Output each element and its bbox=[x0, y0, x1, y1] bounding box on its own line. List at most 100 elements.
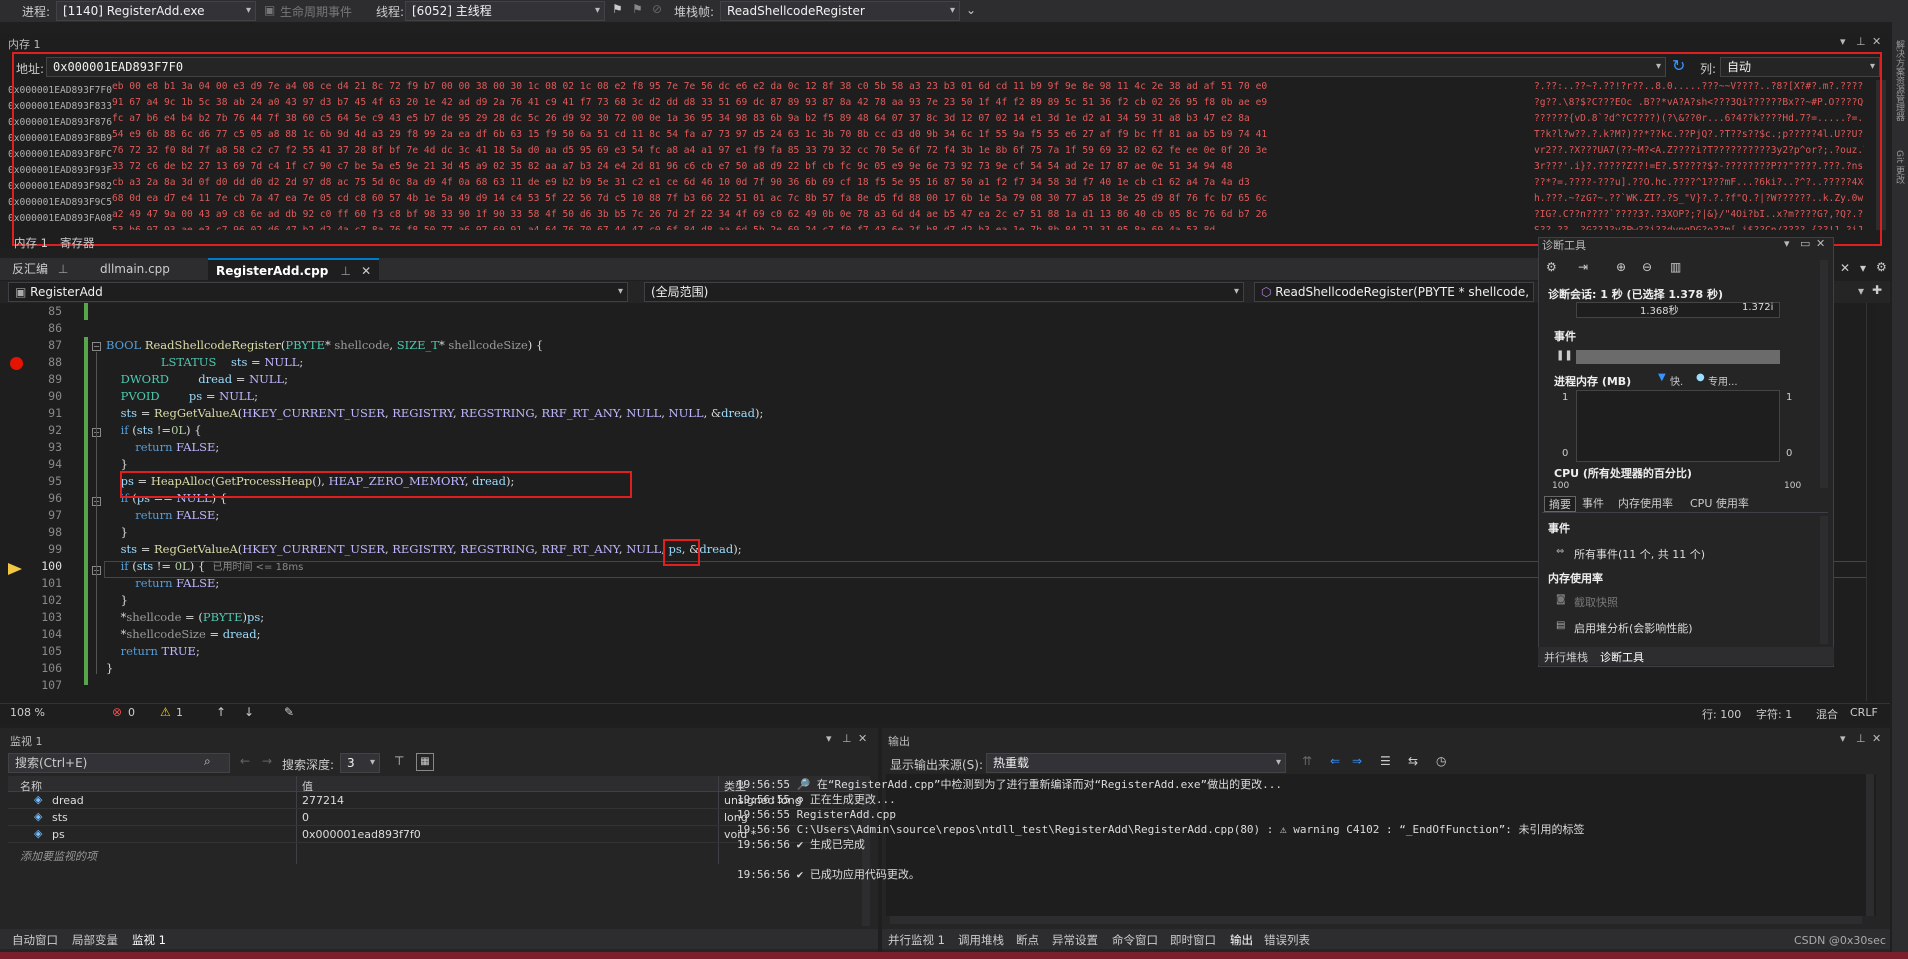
editor-scrollbar[interactable] bbox=[1866, 303, 1877, 701]
output-text-area[interactable] bbox=[886, 774, 1876, 916]
watch-var-value[interactable]: 0 bbox=[302, 811, 309, 824]
tab-dllmain[interactable]: dllmain.cpp bbox=[92, 258, 178, 280]
output-hscrollbar[interactable] bbox=[890, 916, 1862, 924]
lifecycle-icon[interactable]: ▣ bbox=[264, 3, 275, 17]
pin-icon[interactable]: ⊥ bbox=[58, 262, 68, 276]
events-header[interactable]: 事件 bbox=[1554, 328, 1576, 344]
tab-error-list[interactable]: 错误列表 bbox=[1264, 932, 1310, 948]
output-pin-icon[interactable]: ⊥ bbox=[1856, 732, 1866, 745]
diag-tab-memory[interactable]: 内存使用率 bbox=[1614, 496, 1677, 512]
editor-settings-icon[interactable]: ⚙ bbox=[1876, 260, 1887, 274]
search-icon[interactable]: ⌕ bbox=[204, 754, 211, 769]
error-count[interactable]: 0 bbox=[128, 706, 135, 719]
tab-autos[interactable]: 自动窗口 bbox=[12, 932, 58, 948]
process-dropdown[interactable]: [1140] RegisterAdd.exe bbox=[56, 1, 256, 21]
memory-window-menu-icon[interactable]: ▾ bbox=[1840, 35, 1846, 48]
flag-threads-icon[interactable]: ⚑ bbox=[632, 2, 643, 16]
memory-close-icon[interactable]: ✕ bbox=[1872, 35, 1881, 48]
side-tab-solution-explorer[interactable]: 解决方案资源管理器 bbox=[1893, 40, 1906, 121]
tab-breakpoints[interactable]: 断点 bbox=[1016, 932, 1039, 948]
output-menu-icon[interactable]: ▾ bbox=[1840, 732, 1846, 745]
watch-var-value[interactable]: 0x000001ead893f7f0 bbox=[302, 828, 421, 841]
watch-close-icon[interactable]: ✕ bbox=[858, 732, 867, 745]
take-snapshot-button[interactable]: 截取快照 bbox=[1574, 594, 1618, 610]
thread-dropdown[interactable]: [6052] 主线程 bbox=[405, 1, 605, 21]
output-close-icon[interactable]: ✕ bbox=[1872, 732, 1881, 745]
status-eol[interactable]: CRLF bbox=[1850, 706, 1878, 719]
zoom-out-icon[interactable]: ⊖ bbox=[1642, 260, 1652, 274]
output-scrollbar[interactable] bbox=[1866, 774, 1874, 916]
diag-tab-cpu[interactable]: CPU 使用率 bbox=[1686, 496, 1753, 512]
word-wrap-icon[interactable]: ⇆ bbox=[1408, 754, 1418, 768]
next-message-icon[interactable]: ⇒ bbox=[1352, 754, 1362, 768]
diag-maximize-icon[interactable]: ▭ bbox=[1800, 237, 1810, 250]
toolbar-overflow-icon[interactable]: ⌄ bbox=[966, 3, 976, 17]
tab-call-stack[interactable]: 调用堆栈 bbox=[958, 932, 1004, 948]
tab-diagnostic-tools[interactable]: 诊断工具 bbox=[1600, 649, 1644, 665]
diag-lower-scrollbar[interactable] bbox=[1820, 516, 1828, 644]
events-track[interactable] bbox=[1576, 350, 1780, 364]
status-mixed[interactable]: 混合 bbox=[1816, 706, 1838, 722]
diag-scrollbar[interactable] bbox=[1820, 260, 1828, 488]
arrow-up-icon[interactable]: ↑ bbox=[216, 705, 226, 719]
tab-parallel-watch[interactable]: 并行监视 1 bbox=[888, 932, 945, 948]
diag-close-icon[interactable]: ✕ bbox=[1816, 237, 1825, 250]
tab-watch1[interactable]: 监视 1 bbox=[132, 932, 166, 948]
zoom-level[interactable]: 108 % bbox=[10, 706, 45, 719]
tab-parallel-stacks[interactable]: 并行堆栈 bbox=[1544, 649, 1588, 665]
brush-icon[interactable]: ✎ bbox=[284, 705, 294, 719]
editor-tabs-close-icon[interactable]: ✕ bbox=[1840, 261, 1850, 275]
cpu-header[interactable]: CPU (所有处理器的百分比) bbox=[1554, 465, 1692, 481]
diag-menu-icon[interactable]: ▾ bbox=[1784, 237, 1790, 250]
clear-all-icon[interactable]: ☰ bbox=[1380, 754, 1391, 768]
diag-tab-summary[interactable]: 摘要 bbox=[1544, 496, 1576, 512]
pin-icon[interactable]: ⊥ bbox=[341, 264, 351, 278]
perf-tip[interactable]: 已用时间 <= 18ms bbox=[212, 562, 303, 573]
flag-icon[interactable]: ⚑ bbox=[612, 2, 623, 16]
all-events-link[interactable]: 所有事件(11 个, 共 11 个) bbox=[1574, 546, 1705, 562]
tab-memory1[interactable]: 内存 1 bbox=[14, 235, 48, 251]
forward-icon[interactable]: → bbox=[262, 754, 272, 768]
memory-header[interactable]: 进程内存 (MB) bbox=[1554, 373, 1631, 389]
editor-tabs-dropdown-icon[interactable]: ▾ bbox=[1860, 261, 1866, 275]
stackframe-dropdown[interactable]: ReadShellcodeRegister bbox=[720, 1, 960, 21]
diag-tab-events[interactable]: 事件 bbox=[1578, 496, 1608, 512]
chart-icon[interactable]: ▥ bbox=[1670, 260, 1681, 274]
tab-locals[interactable]: 局部变量 bbox=[72, 932, 118, 948]
error-icon[interactable]: ⊗ bbox=[112, 705, 122, 719]
prev-message-icon[interactable]: ⇐ bbox=[1330, 754, 1340, 768]
enable-heap-profiling[interactable]: 启用堆分析(会影响性能) bbox=[1574, 620, 1693, 636]
output-source-dropdown[interactable]: 热重载 bbox=[986, 753, 1286, 773]
tab-registers[interactable]: 寄存器 bbox=[60, 235, 95, 251]
diag-export-icon[interactable]: ⇥ bbox=[1578, 260, 1588, 274]
filter-icon[interactable]: ⊘ bbox=[652, 2, 662, 16]
project-dropdown[interactable]: ▣ RegisterAdd bbox=[8, 282, 628, 302]
arrow-down-icon[interactable]: ↓ bbox=[244, 705, 254, 719]
depth-dropdown[interactable]: 3 bbox=[340, 753, 380, 773]
function-dropdown-chevron-icon[interactable]: ▾ bbox=[1858, 284, 1864, 298]
side-tab-git[interactable]: Git 更改 bbox=[1893, 150, 1906, 184]
pin-watch-icon[interactable]: ⊤ bbox=[394, 754, 404, 768]
current-statement-arrow-icon[interactable] bbox=[8, 563, 22, 575]
tab-command-window[interactable]: 命令窗口 bbox=[1112, 932, 1158, 948]
warning-icon[interactable]: ⚠ bbox=[160, 705, 171, 719]
split-editor-icon[interactable]: ✚ bbox=[1872, 283, 1882, 297]
clock-icon[interactable]: ◷ bbox=[1436, 754, 1446, 768]
memory-pin-icon[interactable]: ⊥ bbox=[1856, 35, 1866, 48]
find-message-icon[interactable]: ⇈ bbox=[1302, 754, 1312, 768]
watch-search-input[interactable]: 搜索(Ctrl+E) bbox=[8, 753, 230, 773]
fold-marker-icon[interactable]: − bbox=[92, 342, 101, 351]
lifecycle-label[interactable]: 生命周期事件 bbox=[280, 3, 352, 20]
watch-var-value[interactable]: 277214 bbox=[302, 794, 344, 807]
scope-dropdown[interactable]: (全局范围) bbox=[644, 282, 1244, 302]
close-tab-icon[interactable]: ✕ bbox=[361, 264, 371, 278]
diag-settings-icon[interactable]: ⚙ bbox=[1546, 260, 1557, 274]
tab-registeradd[interactable]: RegisterAdd.cpp ⊥ ✕ bbox=[208, 258, 380, 280]
function-dropdown[interactable]: ⬡ ReadShellcodeRegister(PBYTE * shellcod… bbox=[1254, 282, 1534, 302]
tab-output[interactable]: 输出 bbox=[1230, 932, 1253, 948]
warning-count[interactable]: 1 bbox=[176, 706, 183, 719]
zoom-in-icon[interactable]: ⊕ bbox=[1616, 260, 1626, 274]
watch-col-name[interactable]: 名称 bbox=[20, 778, 42, 794]
pause-icon[interactable]: ❚❚ bbox=[1556, 350, 1573, 361]
memory-graph[interactable] bbox=[1576, 390, 1780, 462]
